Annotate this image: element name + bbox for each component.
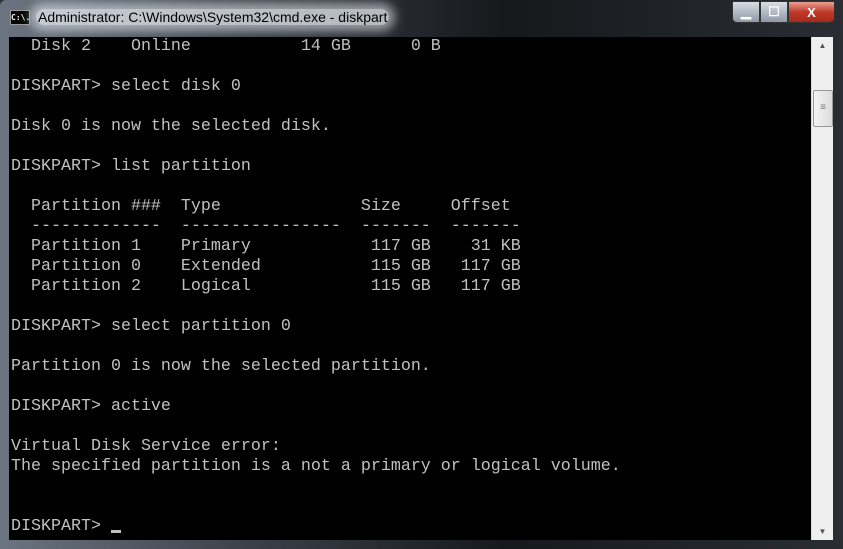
console-line: Virtual Disk Service error: — [9, 437, 811, 457]
console-line — [9, 97, 811, 117]
console-line: Partition 2 Logical 115 GB 117 GB — [9, 277, 811, 297]
title-bar[interactable]: C:\. Administrator: C:\Windows\System32\… — [10, 9, 389, 25]
console-line — [9, 417, 811, 437]
console-line: Partition 0 Extended 115 GB 117 GB — [9, 257, 811, 277]
console-line — [9, 177, 811, 197]
console-line: Disk 0 is now the selected disk. — [9, 117, 811, 137]
scroll-down-arrow-icon[interactable]: ▼ — [812, 523, 833, 540]
console-line — [9, 337, 811, 357]
console-line — [9, 477, 811, 497]
console-line: DISKPART> select disk 0 — [9, 77, 811, 97]
window-title: Administrator: C:\Windows\System32\cmd.e… — [36, 9, 389, 25]
console-line: Partition 0 is now the selected partitio… — [9, 357, 811, 377]
console-line: DISKPART> select partition 0 — [9, 317, 811, 337]
console-line: Partition ### Type Size Offset — [9, 197, 811, 217]
console-line — [9, 137, 811, 157]
console-line — [9, 377, 811, 397]
console-line: DISKPART> active — [9, 397, 811, 417]
minimize-button[interactable]: ▁ — [732, 1, 760, 23]
text-cursor — [111, 530, 121, 533]
console-line — [9, 497, 811, 517]
console-output[interactable]: Disk 2 Online 14 GB 0 B DISKPART> select … — [9, 37, 811, 540]
console-line: Disk 2 Online 14 GB 0 B — [9, 37, 811, 57]
cmd-icon: C:\. — [10, 10, 30, 25]
console-line: Partition 1 Primary 117 GB 31 KB — [9, 237, 811, 257]
console-line — [9, 57, 811, 77]
prompt: DISKPART> — [11, 517, 111, 536]
console-line — [9, 297, 811, 317]
cmd-window: C:\. Administrator: C:\Windows\System32\… — [0, 0, 843, 549]
scroll-up-arrow-icon[interactable]: ▲ — [812, 37, 833, 54]
vertical-scrollbar[interactable]: ▲ ≡ ▼ — [811, 37, 833, 540]
scroll-thumb[interactable]: ≡ — [813, 90, 833, 127]
close-button[interactable]: X — [788, 1, 835, 23]
console-line: ------------- ---------------- ------- -… — [9, 217, 811, 237]
console-line: DISKPART> list partition — [9, 157, 811, 177]
prompt-line[interactable]: DISKPART> — [9, 517, 811, 537]
maximize-button[interactable]: ☐ — [760, 1, 788, 23]
console-line: The specified partition is a not a prima… — [9, 457, 811, 477]
